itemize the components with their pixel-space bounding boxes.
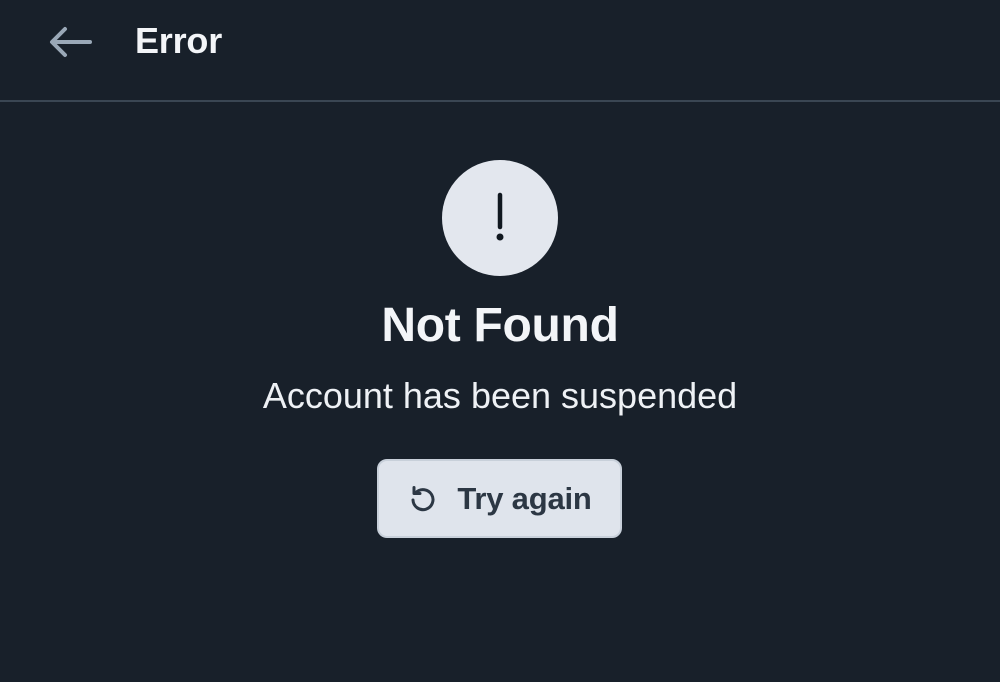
back-button[interactable] [38, 20, 102, 64]
exclamation-icon [496, 192, 504, 241]
refresh-icon [411, 485, 435, 511]
app-header: Error [0, 0, 1000, 102]
error-message: Account has been suspended [262, 375, 738, 416]
page-title: Error [135, 20, 223, 61]
arrow-left-icon [50, 27, 92, 57]
error-title: Not Found [381, 299, 619, 352]
error-icon-circle [442, 160, 558, 276]
try-again-label: Try again [457, 480, 592, 516]
error-content: Not Found Account has been suspended Try… [0, 102, 1000, 682]
try-again-button[interactable]: Try again [377, 459, 622, 538]
